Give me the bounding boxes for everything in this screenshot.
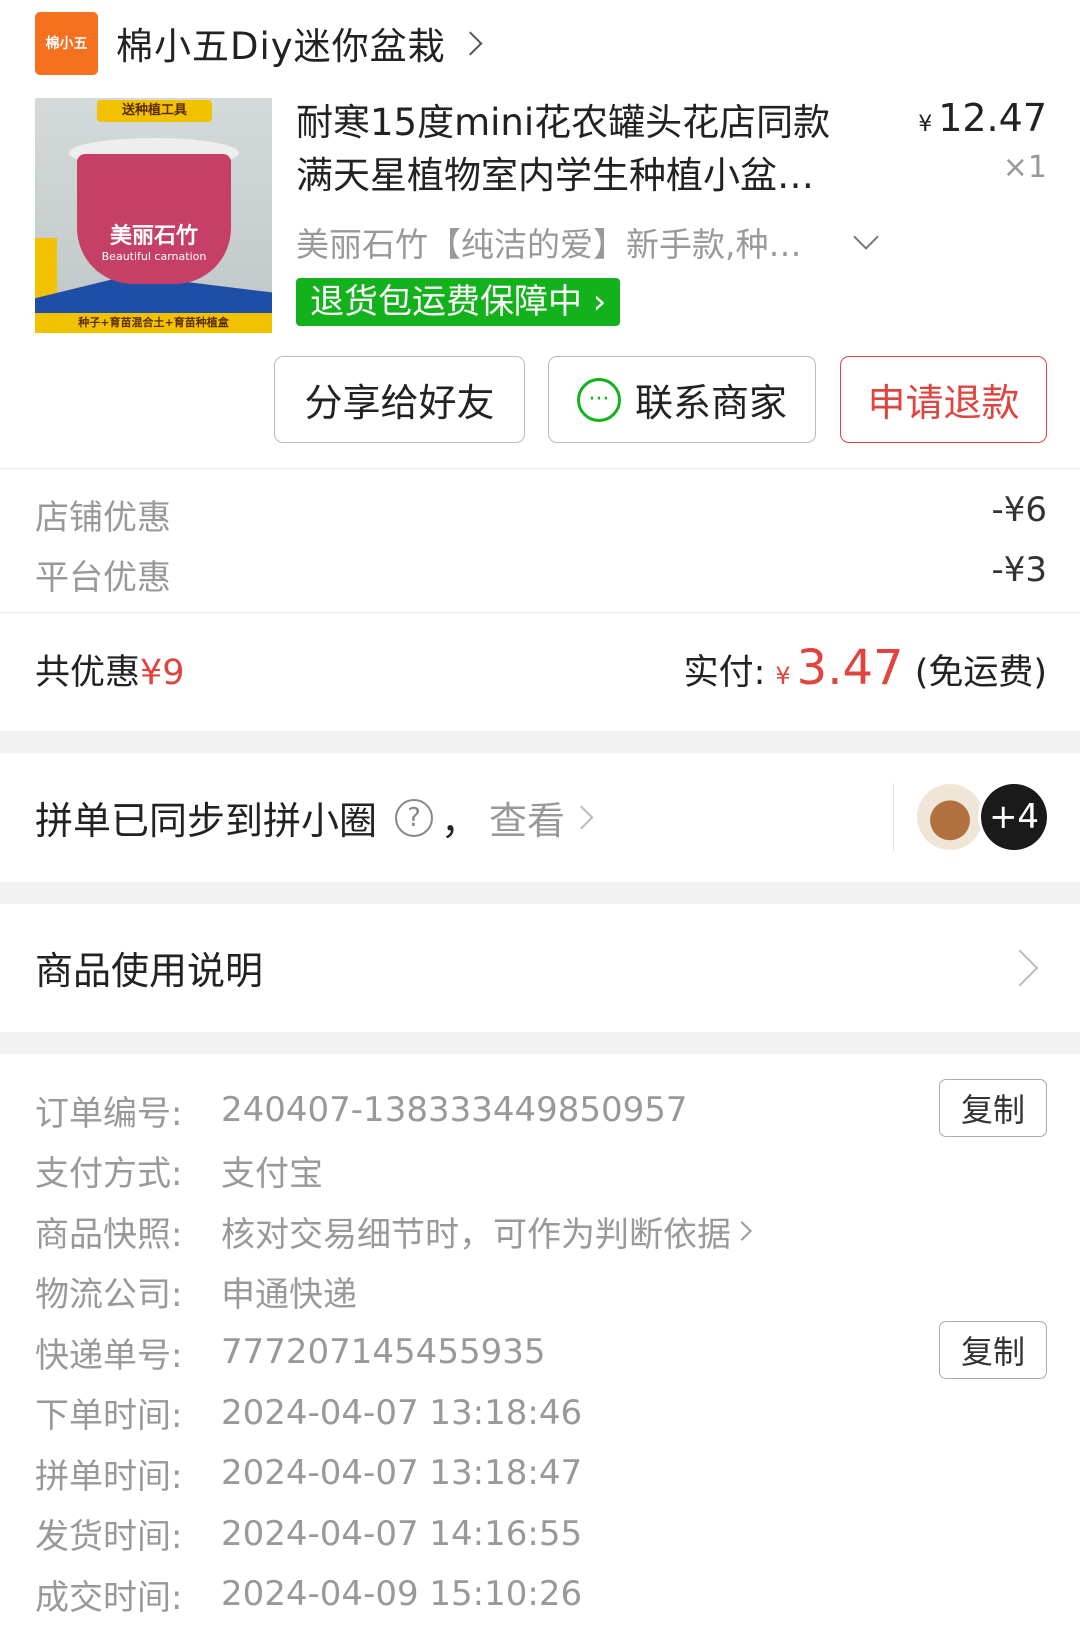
- product-image[interactable]: 送种植工具 美丽石竹 Beautiful carnation 种子+育苗混合土+…: [35, 98, 272, 333]
- order-time: 2024-04-07 13:18:46: [221, 1392, 583, 1433]
- store-name[interactable]: 棉小五Diy迷你盆栽: [116, 16, 446, 70]
- copy-tracking-number-button[interactable]: 复制: [939, 1321, 1047, 1379]
- info-label: 物流公司:: [35, 1275, 183, 1316]
- info-label: 快递单号:: [35, 1335, 183, 1376]
- paid-symbol: ¥: [775, 662, 791, 690]
- image-bottom-text: 种子+育苗混合土+育苗种植盒: [35, 313, 272, 333]
- share-button[interactable]: 分享给好友: [274, 356, 525, 443]
- avatar[interactable]: [917, 784, 983, 850]
- chevron-right-icon: [569, 805, 594, 830]
- help-icon[interactable]: ?: [395, 798, 434, 837]
- guarantee-text: 退货包运费保障中: [310, 282, 582, 322]
- image-main-text: 美丽石竹: [109, 224, 198, 249]
- more-avatars-count[interactable]: +4: [981, 784, 1047, 850]
- usage-label: 商品使用说明: [35, 949, 264, 993]
- divider: [0, 612, 1080, 613]
- group-time-row: 拼单时间: 2024-04-07 13:18:47: [35, 1443, 749, 1504]
- price-symbol: ¥: [918, 112, 933, 137]
- product-usage-row[interactable]: 商品使用说明: [35, 940, 1047, 995]
- amount-paid: 实付: ¥3.47 (免运费): [684, 640, 1047, 696]
- total-discount: 共优惠¥9: [35, 644, 185, 695]
- chat-icon: ···: [576, 377, 621, 422]
- section-gap: [0, 882, 1080, 904]
- group-time: 2024-04-07 13:18:47: [221, 1453, 583, 1494]
- store-logo: 棉小五: [35, 11, 98, 75]
- copy-order-number-button[interactable]: 复制: [939, 1079, 1047, 1137]
- contact-label: 联系商家: [634, 381, 787, 425]
- refund-label: 申请退款: [867, 381, 1020, 425]
- tracking-number-row: 快递单号: 777207145455935: [35, 1322, 749, 1383]
- sku-selector[interactable]: 美丽石竹【纯洁的爱】新手款,种…: [296, 218, 879, 266]
- deal-time-row: 成交时间: 2024-04-09 15:10:26: [35, 1564, 749, 1625]
- snapshot-link[interactable]: 核对交易细节时，可作为判断依据: [221, 1207, 731, 1256]
- product-price: ¥12.47: [918, 96, 1047, 140]
- info-label: 发货时间:: [35, 1517, 183, 1558]
- chevron-right-icon: [1001, 949, 1039, 986]
- discount-value: -¥6: [991, 490, 1047, 530]
- share-label: 分享给好友: [304, 381, 495, 425]
- order-time-row: 下单时间: 2024-04-07 13:18:46: [35, 1383, 749, 1444]
- paid-amount: 3.47: [796, 640, 904, 696]
- order-number-row: 订单编号: 240407-138333449850957: [35, 1080, 749, 1141]
- ship-time-row: 发货时间: 2024-04-07 14:16:55: [35, 1504, 749, 1565]
- store-discount-row: 店铺优惠 -¥6: [35, 490, 1047, 539]
- payment-method-row: 支付方式: 支付宝: [35, 1141, 749, 1202]
- price-value: 12.47: [938, 96, 1047, 140]
- total-row: 共优惠¥9 实付: ¥3.47 (免运费): [35, 640, 1047, 696]
- order-number: 240407-138333449850957: [221, 1090, 688, 1131]
- contact-seller-button[interactable]: ··· 联系商家: [548, 356, 816, 443]
- group-sync-row[interactable]: 拼单已同步到拼小圈 ? ， 查看: [35, 790, 594, 845]
- image-sub-text: Beautiful carnation: [101, 250, 207, 263]
- tracking-number: 777207145455935: [221, 1332, 546, 1373]
- payment-method: 支付宝: [221, 1154, 323, 1195]
- image-tag: 送种植工具: [97, 100, 212, 122]
- chevron-right-icon: [458, 30, 483, 56]
- chevron-right-icon: [732, 1221, 752, 1242]
- info-label: 支付方式:: [35, 1154, 183, 1195]
- refund-button[interactable]: 申请退款: [840, 356, 1047, 443]
- sku-text: 美丽石竹【纯洁的爱】新手款,种…: [296, 225, 802, 264]
- discount-label: 店铺优惠: [35, 498, 171, 538]
- deal-time: 2024-04-09 15:10:26: [221, 1574, 583, 1615]
- order-info-list: 订单编号: 240407-138333449850957 支付方式: 支付宝 商…: [35, 1080, 752, 1625]
- discount-value: -¥3: [991, 550, 1047, 590]
- section-gap: [0, 731, 1080, 753]
- logistics-company-row: 物流公司: 申通快递: [35, 1262, 749, 1323]
- divider: [0, 468, 1080, 469]
- return-shipping-guarantee-badge[interactable]: 退货包运费保障中 ›: [296, 278, 621, 326]
- info-label: 商品快照:: [35, 1214, 183, 1255]
- divider: [893, 783, 894, 851]
- view-link[interactable]: 查看: [489, 790, 565, 845]
- shipping-note: (免运费): [914, 653, 1047, 693]
- order-detail-page: 棉小五 棉小五Diy迷你盆栽 送种植工具 美丽石竹 Beautiful carn…: [0, 0, 1080, 1648]
- paid-label: 实付:: [683, 653, 766, 693]
- chevron-down-icon: [853, 224, 879, 250]
- total-discount-label: 共优惠: [35, 653, 141, 693]
- info-label: 拼单时间:: [35, 1456, 183, 1497]
- group-sync-text: 拼单已同步到拼小圈: [35, 799, 378, 843]
- separator: ，: [441, 799, 480, 843]
- ship-time: 2024-04-07 14:16:55: [221, 1513, 583, 1554]
- section-gap: [0, 1032, 1080, 1054]
- product-title[interactable]: 耐寒15度mini花农罐头花店同款满天星植物室内学生种植小盆…: [296, 96, 866, 202]
- info-label: 订单编号:: [35, 1093, 183, 1134]
- store-header[interactable]: 棉小五 棉小五Diy迷你盆栽: [35, 10, 483, 76]
- logistics-company: 申通快递: [221, 1275, 357, 1316]
- platform-discount-row: 平台优惠 -¥3: [35, 550, 1047, 599]
- info-label: 下单时间:: [35, 1396, 183, 1437]
- snapshot-row[interactable]: 商品快照: 核对交易细节时，可作为判断依据: [35, 1201, 752, 1262]
- total-discount-value: ¥9: [140, 653, 185, 693]
- discount-label: 平台优惠: [35, 558, 171, 598]
- info-label: 成交时间:: [35, 1577, 183, 1618]
- product-quantity: ×1: [1002, 150, 1047, 185]
